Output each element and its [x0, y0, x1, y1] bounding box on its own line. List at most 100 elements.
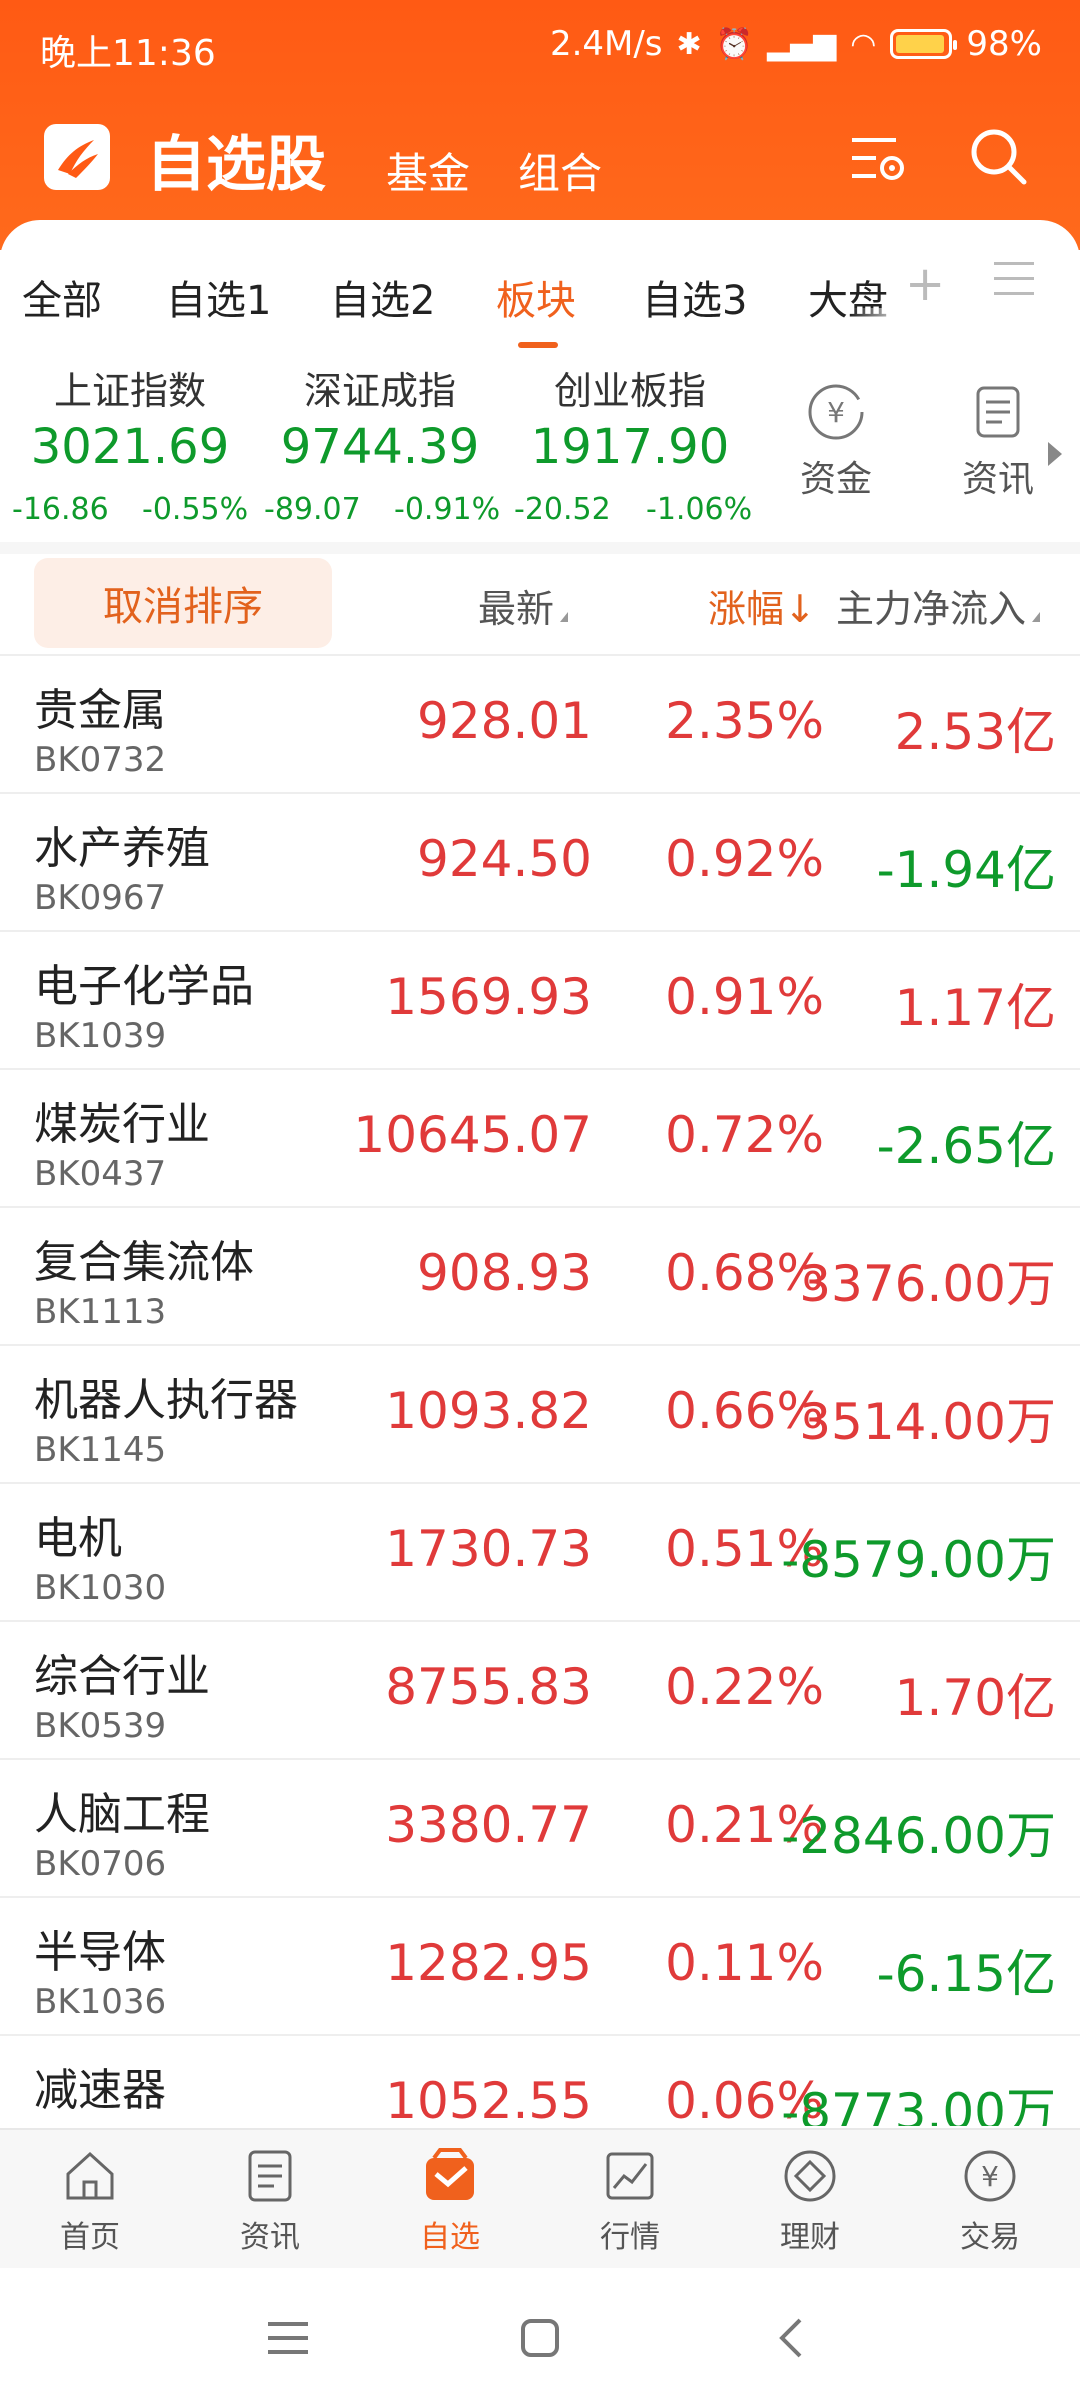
col-inflow-header[interactable]: 主力净流入 [836, 578, 1041, 633]
sector-code: BK0732 [34, 740, 167, 780]
sector-code: BK1145 [34, 1430, 167, 1470]
home-icon [66, 2151, 114, 2200]
trade-icon: ¥ [964, 2150, 1016, 2202]
news-icon [248, 2150, 292, 2202]
nav-label: 行情 [600, 2220, 660, 2255]
sector-name: 水产养殖 [34, 823, 210, 874]
back-icon[interactable] [762, 2308, 822, 2368]
table-row[interactable]: 煤炭行业 BK0437 10645.07 0.72% -2.65亿 [0, 1070, 1080, 1208]
menu-icon[interactable] [258, 2308, 318, 2368]
index-shenzhen[interactable]: 深证成指 9744.39 [270, 360, 490, 475]
table-row[interactable]: 减速器 1052.55 0.06% -8773.00万 [0, 2036, 1080, 2126]
sector-code: BK1039 [34, 1016, 167, 1056]
index-pct: -1.06% [646, 492, 753, 527]
latest-price: 3380.77 [385, 1796, 592, 1854]
tab-menu-icon[interactable] [994, 262, 1034, 298]
index-value: 3021.69 [30, 419, 230, 475]
index-change: -16.86 [12, 492, 109, 527]
table-row[interactable]: 机器人执行器 BK1145 1093.82 0.66% 3514.00万 [0, 1346, 1080, 1484]
index-value: 1917.90 [530, 419, 730, 475]
nav-label: 资讯 [240, 2220, 300, 2255]
battery-icon [890, 29, 958, 59]
table-row[interactable]: 半导体 BK1036 1282.95 0.11% -6.15亿 [0, 1898, 1080, 2036]
search-icon[interactable] [966, 124, 1030, 188]
app-logo-icon [44, 124, 110, 190]
latest-price: 1093.82 [385, 1382, 592, 1440]
change-pct: 0.92% [665, 830, 824, 888]
wifi-icon: ◠ [850, 26, 877, 62]
nav-watchlist[interactable]: 自选 [360, 2144, 540, 2256]
index-chinext[interactable]: 创业板指 1917.90 [520, 360, 740, 475]
page-title[interactable]: 自选股 [146, 116, 326, 203]
home-square-icon[interactable] [510, 2308, 570, 2368]
sector-code: BK0539 [34, 1706, 167, 1746]
sector-name: 复合集流体 [34, 1237, 254, 1288]
sector-name: 煤炭行业 [34, 1099, 210, 1150]
active-tab-indicator [518, 342, 558, 348]
nav-trade[interactable]: ¥ 交易 [900, 2144, 1080, 2256]
system-nav-bar [0, 2268, 1080, 2400]
index-change: -89.07 [264, 492, 361, 527]
sector-name: 半导体 [34, 1927, 166, 1978]
main-inflow: -8773.00万 [781, 2083, 1056, 2126]
cancel-sort-button[interactable]: 取消排序 [34, 558, 332, 648]
tab-watch-1[interactable]: 自选1 [166, 268, 271, 326]
sector-name: 人脑工程 [34, 1789, 210, 1840]
tab-watch-2[interactable]: 自选2 [330, 268, 435, 326]
table-row[interactable]: 电机 BK1030 1730.73 0.51% -8579.00万 [0, 1484, 1080, 1622]
bottom-nav: 首页 资讯 自选 行情 理财 ¥ 交易 [0, 2128, 1080, 2268]
funds-button[interactable]: ¥ 资金 [786, 380, 886, 502]
col-change-header[interactable]: 涨幅↓ [708, 578, 816, 633]
latest-price: 924.50 [417, 830, 592, 888]
index-pct: -0.55% [142, 492, 249, 527]
col-change-label: 涨幅 [708, 587, 785, 631]
sector-code: BK0706 [34, 1844, 167, 1884]
latest-price: 1730.73 [385, 1520, 592, 1578]
watchlist-icon [426, 2148, 474, 2200]
main-inflow: -1.94亿 [876, 841, 1056, 899]
yuan-circle-icon: ¥ [808, 384, 864, 440]
change-pct: 0.22% [665, 1658, 824, 1716]
nav-wealth[interactable]: 理财 [720, 2144, 900, 2256]
sector-list: 贵金属 BK0732 928.01 2.35% 2.53亿 水产养殖 BK096… [0, 656, 1080, 2126]
latest-price: 928.01 [417, 692, 592, 750]
table-row[interactable]: 复合集流体 BK1113 908.93 0.68% 3376.00万 [0, 1208, 1080, 1346]
tab-sector[interactable]: 板块 [496, 268, 576, 326]
col-latest-label: 最新 [478, 587, 555, 631]
filter-settings-icon[interactable] [846, 126, 910, 190]
section-gap [0, 542, 1080, 554]
chevron-right-icon[interactable] [1048, 442, 1062, 466]
latest-price: 1569.93 [385, 968, 592, 1026]
add-tab-icon[interactable]: + [905, 256, 945, 312]
sort-triangle-icon [1032, 612, 1041, 622]
table-row[interactable]: 水产养殖 BK0967 924.50 0.92% -1.94亿 [0, 794, 1080, 932]
latest-price: 8755.83 [385, 1658, 592, 1716]
index-shanghai[interactable]: 上证指数 3021.69 [20, 360, 240, 475]
nav-news[interactable]: 资讯 [180, 2144, 360, 2256]
main-inflow: 1.17亿 [894, 979, 1056, 1037]
main-inflow: 2.53亿 [894, 703, 1056, 761]
bluetooth-icon: ✱ [676, 26, 702, 62]
index-name: 上证指数 [53, 369, 206, 413]
table-row[interactable]: 电子化学品 BK1039 1569.93 0.91% 1.17亿 [0, 932, 1080, 1070]
tab-portfolio[interactable]: 组合 [518, 140, 602, 201]
nav-home[interactable]: 首页 [0, 2144, 180, 2256]
tab-watch-3[interactable]: 自选3 [642, 268, 747, 326]
table-row[interactable]: 人脑工程 BK0706 3380.77 0.21% -2846.00万 [0, 1760, 1080, 1898]
sector-code: BK0437 [34, 1154, 167, 1194]
signal-icon: ▂▄▆ [767, 26, 837, 62]
main-inflow: 3376.00万 [799, 1255, 1056, 1313]
index-value: 9744.39 [280, 419, 480, 475]
col-latest-header[interactable]: 最新 [478, 578, 569, 633]
latest-price: 1052.55 [385, 2072, 592, 2126]
sector-name: 电子化学品 [34, 961, 254, 1012]
tab-fund[interactable]: 基金 [386, 140, 470, 201]
nav-market[interactable]: 行情 [540, 2144, 720, 2256]
tab-all[interactable]: 全部 [22, 268, 102, 326]
latest-price: 1282.95 [385, 1934, 592, 1992]
latest-price: 10645.07 [353, 1106, 592, 1164]
table-row[interactable]: 综合行业 BK0539 8755.83 0.22% 1.70亿 [0, 1622, 1080, 1760]
table-row[interactable]: 贵金属 BK0732 928.01 2.35% 2.53亿 [0, 656, 1080, 794]
news-button[interactable]: 资讯 [948, 380, 1048, 502]
net-speed: 2.4M/s [549, 24, 663, 64]
